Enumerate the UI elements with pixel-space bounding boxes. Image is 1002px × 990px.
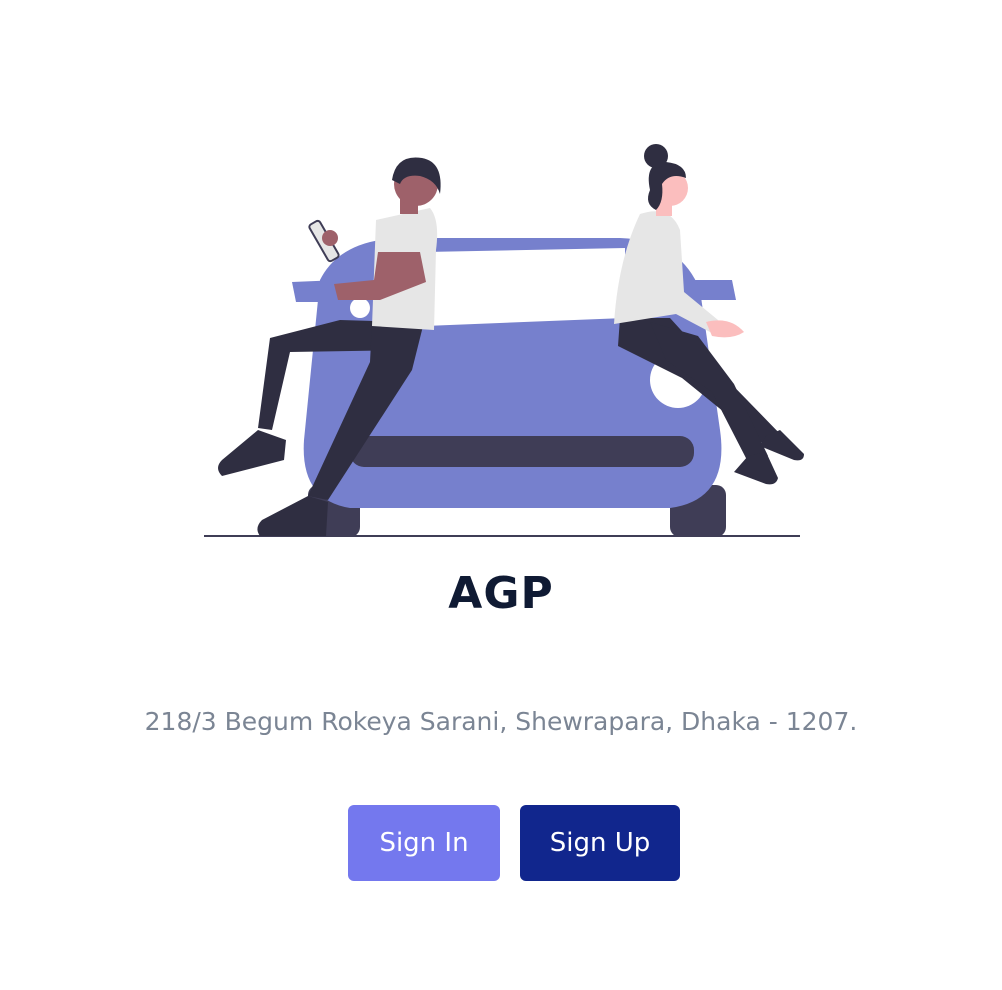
sign-up-button[interactable]: Sign Up [520, 805, 680, 881]
car-grille [350, 436, 694, 467]
car-headlight-left [350, 298, 370, 318]
auth-actions: Sign In Sign Up [348, 805, 680, 881]
company-address: 218/3 Begum Rokeya Sarani, Shewrapara, D… [144, 707, 858, 736]
app-title: AGP [448, 568, 554, 619]
car-windshield [425, 248, 625, 326]
sign-in-button[interactable]: Sign In [348, 805, 500, 881]
hero-illustration [200, 140, 804, 542]
